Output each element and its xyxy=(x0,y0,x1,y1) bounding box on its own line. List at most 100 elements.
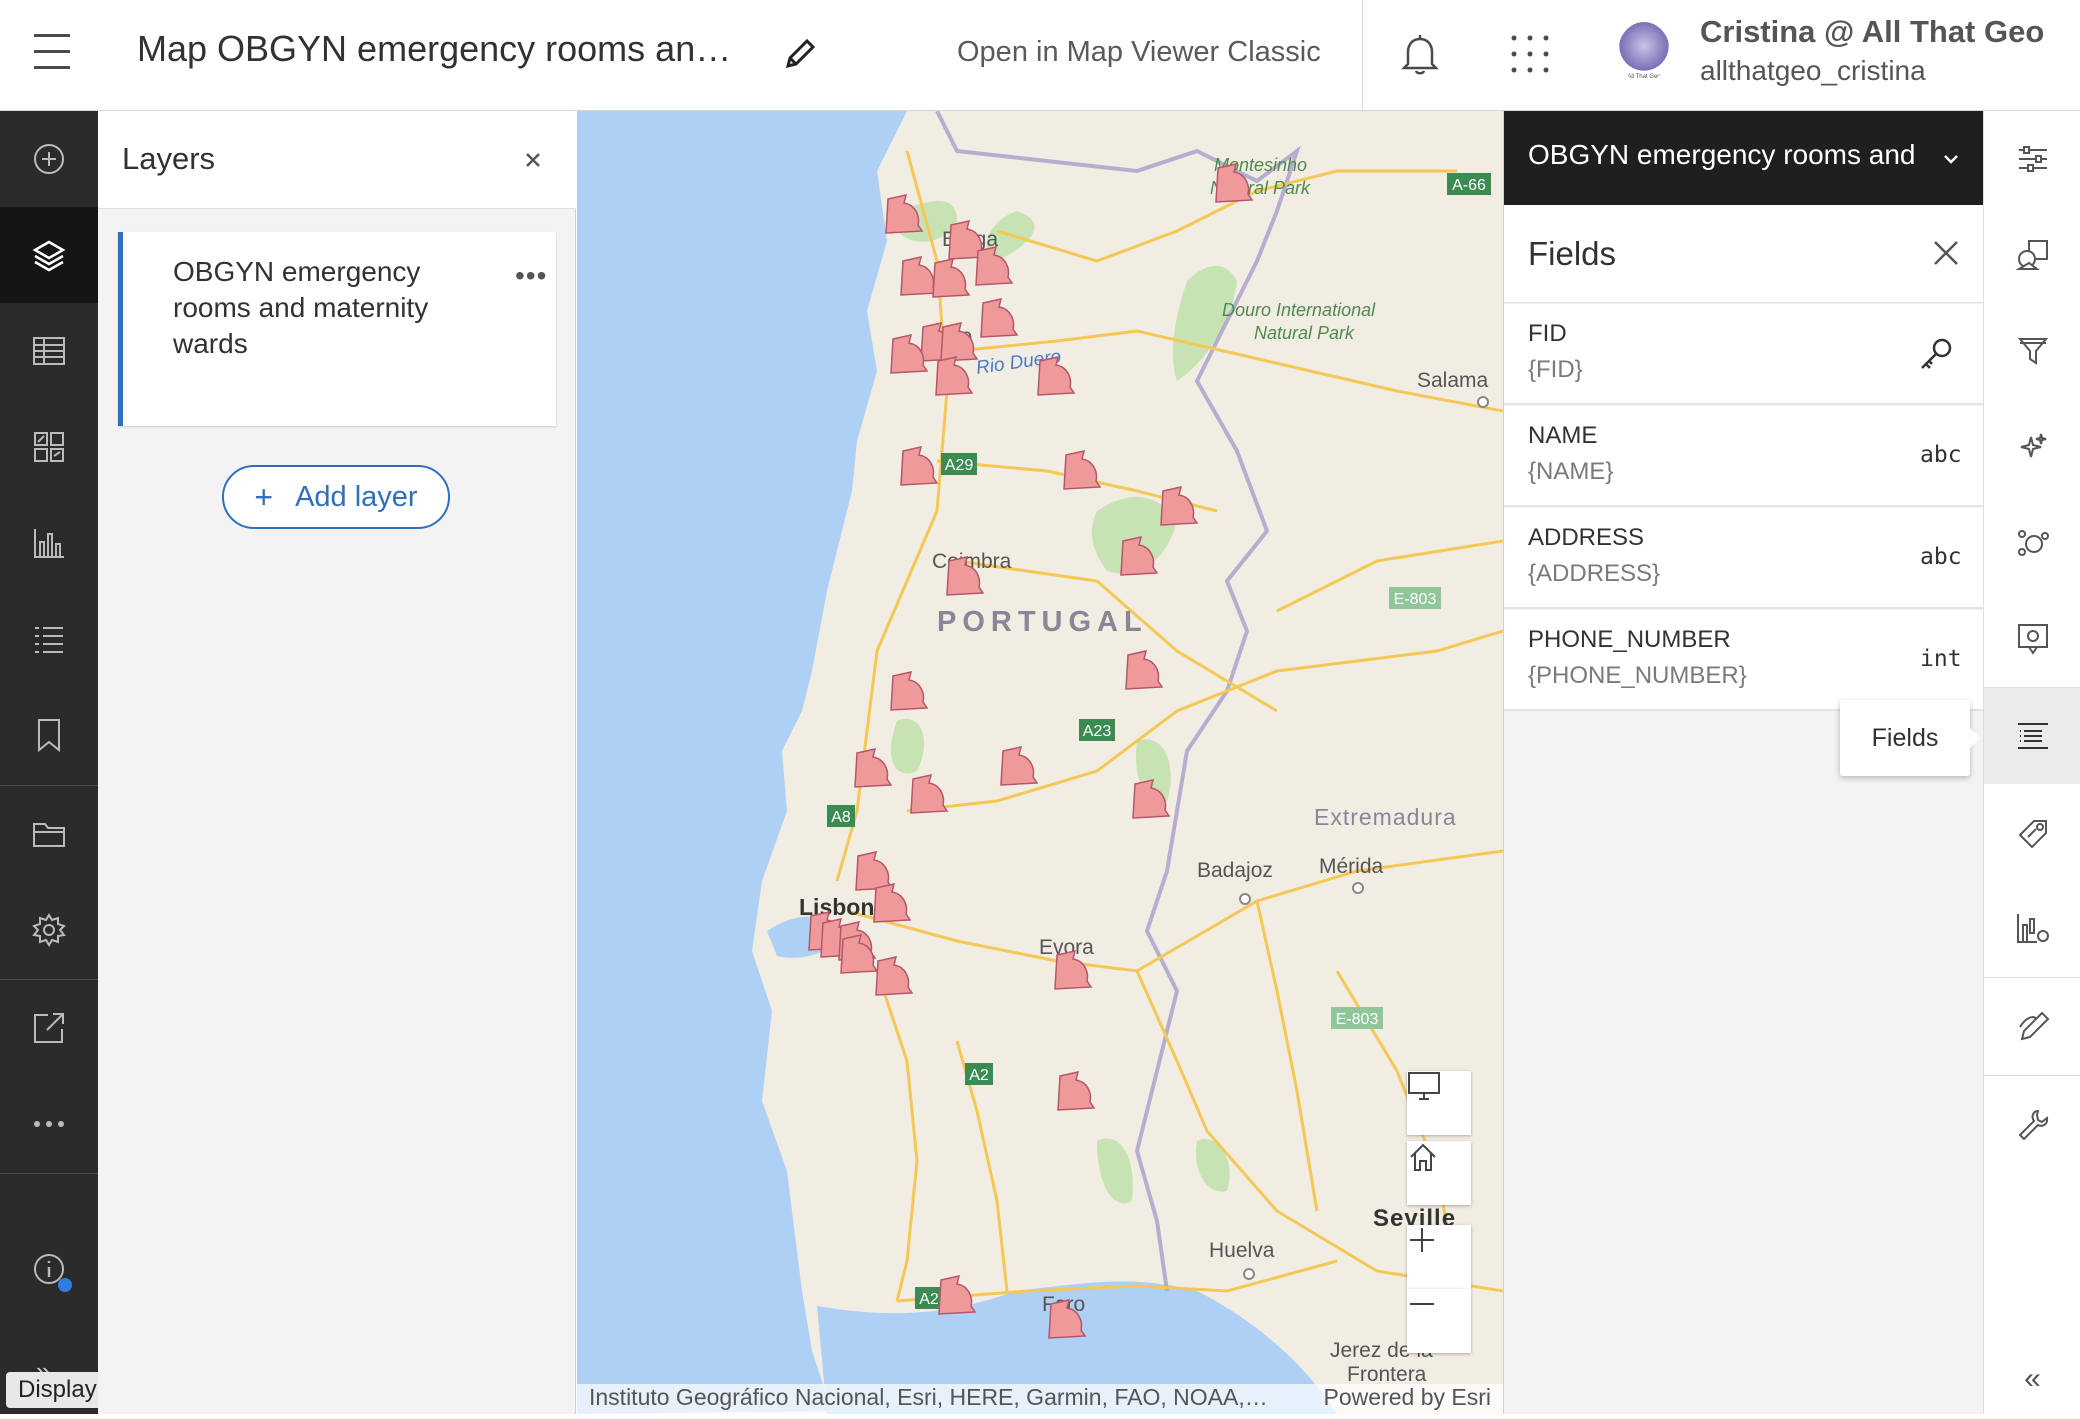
obgyn-marker[interactable] xyxy=(1000,746,1039,786)
properties-icon[interactable] xyxy=(1984,111,2080,207)
field-name: ADDRESS xyxy=(1528,524,1645,551)
layer-name[interactable]: OBGYN emergency rooms and maternity ward… xyxy=(173,254,433,362)
fields-panel-header: Fields xyxy=(1504,205,1984,303)
obgyn-marker[interactable] xyxy=(840,934,879,974)
popups-icon[interactable] xyxy=(1984,591,2080,687)
obgyn-marker[interactable] xyxy=(1057,1071,1096,1111)
header-divider xyxy=(1362,0,1363,111)
fields-tooltip: Fields xyxy=(1840,700,1980,776)
obgyn-marker[interactable] xyxy=(1063,450,1102,490)
place-merida: Mérida xyxy=(1319,855,1384,878)
filter-icon[interactable] xyxy=(1984,303,2080,399)
obgyn-marker[interactable] xyxy=(855,851,894,891)
open-classic-link[interactable]: Open in Map Viewer Classic xyxy=(957,36,1321,69)
obgyn-marker[interactable] xyxy=(854,748,893,788)
obgyn-marker[interactable] xyxy=(900,256,939,296)
obgyn-marker[interactable] xyxy=(890,671,929,711)
edit-pencil-icon[interactable] xyxy=(780,34,820,74)
sketch-icon[interactable] xyxy=(1984,978,2080,1074)
map-title[interactable]: Map OBGYN emergency rooms an… xyxy=(137,28,747,70)
place-douro-2: Natural Park xyxy=(1254,323,1355,343)
fullscreen-monitor-icon[interactable] xyxy=(1407,1071,1471,1135)
fields-icon[interactable] xyxy=(1984,688,2080,784)
country-border xyxy=(935,111,1301,1292)
user-avatar[interactable]: All That Geo xyxy=(1618,22,1670,82)
layer-list-item[interactable]: OBGYN emergency rooms and maternity ward… xyxy=(118,232,556,426)
place-douro: Douro International xyxy=(1222,300,1376,320)
close-icon[interactable] xyxy=(1928,235,1964,271)
charts-icon[interactable] xyxy=(0,495,98,591)
field-row-name[interactable]: NAME {NAME} abc xyxy=(1504,406,1984,507)
more-icon[interactable] xyxy=(0,1076,98,1172)
basemap-icon[interactable] xyxy=(0,399,98,495)
shield-e803: E-803 xyxy=(1394,591,1437,608)
labels-icon[interactable] xyxy=(1984,784,2080,880)
user-handle[interactable]: allthatgeo_cristina xyxy=(1700,55,1926,87)
add-layer-button[interactable]: + Add layer xyxy=(222,465,450,529)
string-type-icon: abc xyxy=(1920,544,1962,570)
clustering-icon[interactable] xyxy=(1984,495,2080,591)
analysis-wrench-icon[interactable] xyxy=(1984,1076,2080,1172)
hamburger-menu-icon[interactable] xyxy=(34,34,76,74)
effects-icon[interactable] xyxy=(1984,399,2080,495)
obgyn-marker[interactable] xyxy=(900,446,939,486)
layers-panel-header: Layers xyxy=(98,111,576,209)
map-attribution[interactable]: Instituto Geográfico Nacional, Esri, HER… xyxy=(577,1384,1503,1414)
field-row-fid[interactable]: FID {FID} xyxy=(1504,304,1984,405)
table-icon[interactable] xyxy=(0,303,98,399)
settings-icon[interactable] xyxy=(0,882,98,978)
field-row-address[interactable]: ADDRESS {ADDRESS} abc xyxy=(1504,508,1984,609)
left-bar-divider xyxy=(0,1173,98,1174)
zoom-in-icon[interactable] xyxy=(1407,1225,1471,1289)
park xyxy=(1196,1139,1230,1192)
place-badajoz: Badajoz xyxy=(1197,859,1273,882)
left-action-bar: » xyxy=(0,111,98,1414)
home-icon[interactable] xyxy=(1407,1141,1471,1205)
chevron-down-icon xyxy=(1940,145,1962,177)
shield-a23: A23 xyxy=(1083,723,1112,740)
field-name: PHONE_NUMBER xyxy=(1528,626,1731,653)
bookmarks-icon[interactable] xyxy=(0,687,98,783)
obgyn-marker[interactable] xyxy=(885,194,924,234)
obgyn-marker[interactable] xyxy=(1160,486,1199,526)
add-icon[interactable] xyxy=(0,111,98,207)
app-launcher-icon[interactable] xyxy=(1508,32,1552,76)
obgyn-marker[interactable] xyxy=(910,774,949,814)
obgyn-marker[interactable] xyxy=(938,1275,977,1315)
place-salamanca: Salama xyxy=(1417,369,1489,392)
powered-by-esri[interactable]: Powered by Esri xyxy=(1324,1384,1491,1411)
open-folder-icon[interactable] xyxy=(0,786,98,882)
obgyn-marker[interactable] xyxy=(1125,650,1164,690)
attribution-text[interactable]: Instituto Geográfico Nacional, Esri, HER… xyxy=(589,1384,1268,1410)
share-icon[interactable] xyxy=(0,980,98,1076)
place-jerez-2: Frontera xyxy=(1347,1363,1427,1386)
obgyn-marker[interactable] xyxy=(873,883,912,923)
layers-icon[interactable] xyxy=(0,207,98,303)
obgyn-marker[interactable] xyxy=(980,298,1019,338)
legend-icon[interactable] xyxy=(0,591,98,687)
map-view[interactable]: A-66 A29 E-803 A23 A8 E-803 A2 A2 Braga … xyxy=(577,111,1503,1414)
place-huelva: Huelva xyxy=(1209,1239,1275,1262)
zoom-out-icon[interactable] xyxy=(1407,1289,1471,1353)
styles-icon[interactable] xyxy=(1984,207,2080,303)
collapse-chevron-icon[interactable]: « xyxy=(1984,1339,2080,1419)
notifications-bell-icon[interactable] xyxy=(1400,32,1440,76)
place-portugal: PORTUGAL xyxy=(937,606,1148,638)
field-row-phone-number[interactable]: PHONE_NUMBER {PHONE_NUMBER} int xyxy=(1504,610,1984,711)
avatar-caption: All That Geo xyxy=(1627,74,1661,80)
fields-title: Fields xyxy=(1528,235,1617,272)
user-name[interactable]: Cristina @ All That Geo xyxy=(1700,14,2044,50)
layer-options-icon[interactable]: ••• xyxy=(515,260,547,292)
shield-a2: A2 xyxy=(919,1291,939,1308)
info-icon[interactable] xyxy=(0,1221,98,1317)
obgyn-marker[interactable] xyxy=(1037,356,1076,396)
obgyn-marker[interactable] xyxy=(932,258,971,298)
configure-charts-icon[interactable] xyxy=(1984,880,2080,976)
obgyn-marker[interactable] xyxy=(935,356,974,396)
shield-a2: A2 xyxy=(969,1067,989,1084)
close-icon[interactable] xyxy=(516,143,550,177)
layer-selector-dropdown[interactable]: OBGYN emergency rooms and xyxy=(1504,111,1984,205)
shield-e803: E-803 xyxy=(1336,1011,1379,1028)
plus-icon: + xyxy=(254,478,274,515)
obgyn-marker[interactable] xyxy=(875,956,914,996)
